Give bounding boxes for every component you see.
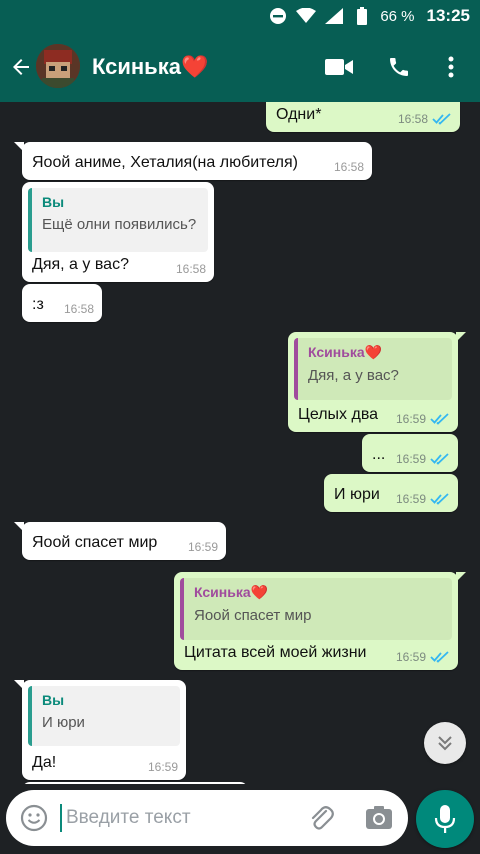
message-text: ... [372, 446, 386, 463]
message-text: Яоой аниме, Хеталия(на любителя) [32, 154, 299, 171]
message-time: 16:59 [395, 412, 426, 426]
double-chevron-down-icon [438, 736, 452, 751]
cell-signal-icon [324, 6, 344, 26]
message-outgoing[interactable]: Одни* 16:58 [266, 102, 460, 132]
message-list[interactable]: Одни* 16:58 Яоой аниме, Хеталия(на любит… [0, 102, 480, 784]
message-input[interactable] [60, 804, 300, 832]
message-text: Целых два [298, 406, 379, 423]
message-outgoing[interactable]: ... 16:59 [362, 434, 458, 472]
message-outgoing-reply[interactable]: Ксинька❤️ Дяя, а у вас? Целых два 16:59 [288, 332, 466, 432]
message-time: 16:59 [395, 452, 426, 466]
message-text: Одни* [276, 106, 322, 123]
double-check-icon [430, 651, 450, 663]
voice-record-button[interactable] [416, 790, 474, 848]
do-not-disturb-icon [268, 6, 288, 26]
camera-button[interactable] [364, 804, 394, 832]
scroll-to-bottom-button[interactable] [424, 722, 466, 764]
quote-text: Дяя, а у вас? [308, 367, 399, 384]
quote-text: Ещё олни появились? [42, 216, 197, 233]
quote-author: Вы [42, 194, 65, 210]
quoted-message[interactable]: Вы Ещё олни появились? [28, 188, 208, 252]
quoted-message[interactable]: Вы И юри [28, 686, 180, 746]
back-button[interactable] [6, 52, 36, 82]
message-outgoing-reply[interactable]: Ксинька❤️ Яоой спасет мир Цитата всей мо… [174, 572, 466, 670]
battery-icon [352, 6, 372, 26]
more-vertical-icon [448, 56, 454, 78]
quote-author: Вы [42, 692, 65, 708]
video-call-button[interactable] [324, 52, 354, 82]
message-time: 16:58 [63, 302, 94, 316]
phone-icon [390, 58, 408, 76]
message-time: 16:59 [395, 650, 426, 664]
message-incoming[interactable]: Яоой спасет мир 16:59 [14, 522, 226, 560]
quote-author: Ксинька❤️ [194, 584, 269, 600]
attach-button[interactable] [306, 803, 336, 833]
camera-icon [366, 806, 392, 829]
contact-name[interactable]: Ксинька❤️ [92, 54, 208, 80]
avatar[interactable] [36, 44, 80, 88]
double-check-icon [430, 453, 450, 465]
message-incoming-reply[interactable]: Вы И юри Да! 16:59 [14, 680, 186, 780]
message-text: :з [32, 296, 44, 313]
quoted-message[interactable]: Ксинька❤️ Яоой спасет мир [180, 578, 452, 640]
voice-call-button[interactable] [384, 52, 414, 82]
message-incoming[interactable]: :з 16:58 [22, 284, 102, 322]
chat-header: Ксинька❤️ [0, 32, 480, 102]
message-incoming[interactable]: Яоой аниме, Хеталия(на любителя) 16:58 [14, 142, 372, 180]
microphone-icon [434, 805, 456, 833]
message-time: 16:59 [395, 492, 426, 506]
message-time: 16:58 [175, 262, 206, 276]
paperclip-icon [311, 806, 334, 830]
double-check-icon [430, 413, 450, 425]
message-text: Цитата всей моей жизни [184, 644, 367, 661]
video-camera-icon [325, 59, 353, 75]
emoji-icon [20, 804, 48, 832]
message-time: 16:58 [397, 112, 428, 126]
quote-author: Ксинька❤️ [308, 344, 383, 360]
quote-text: И юри [42, 714, 85, 731]
message-text: Дяя, а у вас? [32, 256, 129, 273]
message-incoming[interactable] [22, 782, 248, 784]
wifi-icon [296, 6, 317, 26]
message-text: И юри [334, 486, 380, 503]
double-check-icon [430, 493, 450, 505]
emoji-button[interactable] [20, 804, 48, 832]
message-outgoing[interactable]: И юри 16:59 [324, 474, 458, 512]
message-text: Яоой спасет мир [32, 534, 158, 551]
double-check-icon [432, 113, 452, 125]
quoted-message[interactable]: Ксинька❤️ Дяя, а у вас? [294, 338, 452, 400]
status-bar: 66 % 13:25 [0, 0, 480, 32]
message-time: 16:59 [187, 540, 218, 554]
quote-text: Яоой спасет мир [194, 607, 312, 624]
message-composer [6, 790, 408, 846]
arrow-left-icon [13, 59, 29, 75]
message-time: 16:59 [147, 760, 178, 774]
overflow-menu-button[interactable] [436, 52, 466, 82]
message-incoming-reply[interactable]: Вы Ещё олни появились? Дяя, а у вас? 16:… [22, 182, 214, 282]
message-time: 16:58 [333, 160, 364, 174]
battery-level: 66 % [380, 7, 415, 25]
message-text: Да! [32, 754, 57, 771]
clock: 13:25 [426, 6, 470, 25]
